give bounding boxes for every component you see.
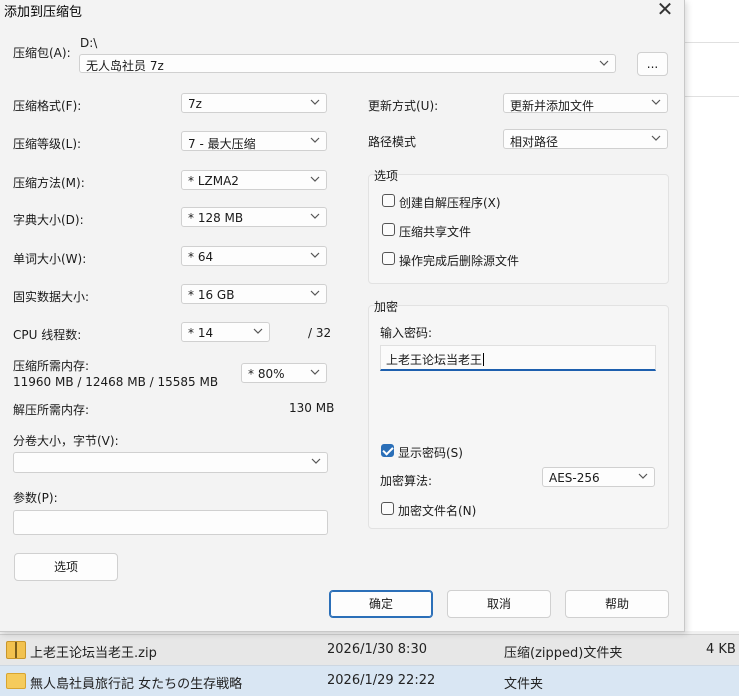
show-password-label: 显示密码(S) (398, 446, 463, 460)
delete-after-label: 操作完成后删除源文件 (399, 254, 520, 268)
chevron-down-icon (310, 174, 320, 184)
file-type: 压缩(zipped)文件夹 (504, 646, 623, 661)
browse-button[interactable]: ... (637, 52, 668, 76)
chevron-down-icon (310, 135, 320, 145)
mem-percent-value: * 80% (248, 367, 285, 381)
password-input[interactable]: 上老王论坛当老王 (380, 345, 656, 371)
chevron-down-icon (311, 456, 321, 466)
shared-files-checkbox[interactable] (382, 223, 395, 236)
cpu-label: CPU 线程数: (13, 328, 82, 342)
folder-icon (6, 673, 26, 689)
sfx-label: 创建自解压程序(X) (399, 196, 501, 210)
method-value: * LZMA2 (188, 174, 239, 188)
file-date: 2026/1/29 22:22 (327, 673, 436, 688)
split-label: 分卷大小，字节(V): (13, 434, 119, 448)
options-button[interactable]: 选项 (14, 553, 118, 581)
archive-path: D:\ (80, 36, 98, 50)
chevron-down-icon (310, 250, 320, 260)
close-icon[interactable]: ✕ (652, 0, 678, 20)
path-mode-label: 路径模式 (368, 135, 417, 149)
encryption-method-label: 加密算法: (380, 474, 433, 488)
level-select[interactable]: 7 - 最大压缩 (181, 131, 327, 151)
file-name: 上老王论坛当老王.zip (30, 646, 157, 661)
divider (684, 42, 739, 43)
chevron-down-icon (310, 288, 320, 298)
encryption-method-select[interactable]: AES-256 (542, 467, 655, 487)
format-value: 7z (188, 97, 202, 111)
file-date: 2026/1/30 8:30 (327, 642, 427, 657)
file-name: 無人島社員旅行記 女たちの生存戦略 (30, 677, 243, 692)
shared-files-label: 压缩共享文件 (399, 225, 472, 239)
encryption-method-value: AES-256 (549, 471, 600, 485)
params-input[interactable] (13, 510, 328, 535)
password-value: 上老王论坛当老王 (386, 353, 483, 367)
path-mode-select[interactable]: 相对路径 (503, 129, 668, 149)
chevron-down-icon (310, 211, 320, 221)
mem-decompress-value: 130 MB (289, 401, 335, 415)
text-caret (483, 353, 485, 366)
ok-button[interactable]: 确定 (329, 590, 433, 618)
dict-label: 字典大小(D): (13, 213, 84, 227)
update-label: 更新方式(U): (368, 99, 439, 113)
cpu-select[interactable]: * 14 (181, 322, 270, 342)
options-group-title: 选项 (374, 169, 399, 183)
mem-compress-label: 压缩所需内存: (13, 359, 90, 373)
chevron-down-icon (638, 471, 648, 481)
chevron-down-icon (310, 97, 320, 107)
word-select[interactable]: * 64 (181, 246, 327, 266)
chevron-down-icon (599, 58, 609, 68)
method-select[interactable]: * LZMA2 (181, 170, 327, 190)
cpu-value: * 14 (188, 326, 214, 340)
divider (684, 96, 739, 97)
cpu-total: / 32 (308, 326, 332, 340)
mem-compress-detail: 11960 MB / 12468 MB / 15585 MB (13, 375, 219, 389)
path-mode-value: 相对路径 (510, 135, 559, 149)
solid-select[interactable]: * 16 GB (181, 284, 327, 304)
mem-decompress-label: 解压所需内存: (13, 403, 90, 417)
chevron-down-icon (651, 97, 661, 107)
dialog-title: 添加到压缩包 (4, 5, 83, 20)
archive-name-value: 无人岛社员 7z (86, 59, 164, 73)
chevron-down-icon (310, 367, 320, 377)
add-to-archive-dialog: 添加到压缩包 ✕ 压缩包(A): D:\ 无人岛社员 7z ... 压缩格式(F… (0, 0, 685, 632)
method-label: 压缩方法(M): (13, 176, 85, 190)
cancel-button[interactable]: 取消 (447, 590, 551, 618)
level-value: 7 - 最大压缩 (188, 137, 256, 151)
sfx-checkbox[interactable] (382, 194, 395, 207)
file-row-zip[interactable]: 上老王论坛当老王.zip 2026/1/30 8:30 压缩(zipped)文件… (0, 634, 739, 665)
word-label: 单词大小(W): (13, 252, 87, 266)
show-password-checkbox[interactable] (381, 444, 394, 457)
chevron-down-icon (651, 133, 661, 143)
encrypt-names-label: 加密文件名(N) (398, 504, 477, 518)
solid-label: 固实数据大小: (13, 290, 90, 304)
archive-name-combo[interactable]: 无人岛社员 7z (79, 54, 616, 73)
params-label: 参数(P): (13, 491, 58, 505)
split-combo[interactable] (13, 452, 328, 473)
format-select[interactable]: 7z (181, 93, 327, 113)
dict-select[interactable]: * 128 MB (181, 207, 327, 227)
dict-value: * 128 MB (188, 211, 244, 225)
password-label: 输入密码: (380, 326, 433, 340)
help-button[interactable]: 帮助 (565, 590, 669, 618)
zip-folder-icon (6, 641, 26, 659)
file-row-folder[interactable]: 無人島社員旅行記 女たちの生存戦略 2026/1/29 22:22 文件夹 (0, 665, 739, 696)
update-value: 更新并添加文件 (510, 99, 595, 113)
mem-percent-select[interactable]: * 80% (241, 363, 327, 383)
encrypt-names-checkbox[interactable] (381, 502, 394, 515)
file-type: 文件夹 (504, 677, 544, 692)
format-label: 压缩格式(F): (13, 99, 82, 113)
level-label: 压缩等级(L): (13, 137, 82, 151)
delete-after-checkbox[interactable] (382, 252, 395, 265)
archive-label: 压缩包(A): (13, 46, 71, 60)
file-size: 4 KB (706, 642, 736, 657)
encryption-group-title: 加密 (374, 300, 399, 314)
solid-value: * 16 GB (188, 288, 235, 302)
explorer-background (684, 0, 739, 631)
update-select[interactable]: 更新并添加文件 (503, 93, 668, 113)
chevron-down-icon (253, 326, 263, 336)
word-value: * 64 (188, 250, 214, 264)
